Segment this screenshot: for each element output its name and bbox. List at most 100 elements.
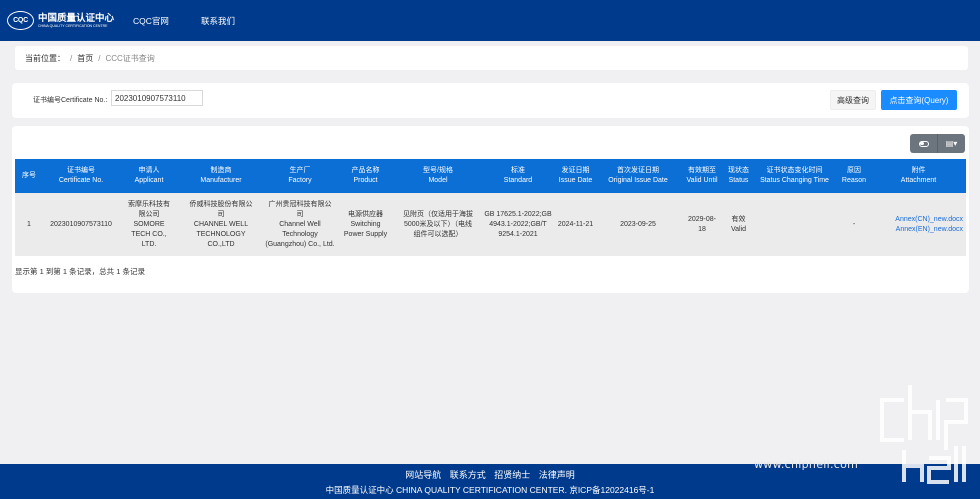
footer-copyright: 中国质量认证中心 CHINA QUALITY CERTIFICATION CEN… — [325, 485, 655, 495]
cell-valid-until: 2029-08- 18 — [679, 193, 725, 256]
column-header: 证书编号 Certificate No. — [43, 159, 119, 193]
cell-product: 电源供应器 Switching Power Supply — [337, 193, 394, 256]
column-header: 标准 Standard — [482, 159, 554, 193]
nav-link-contact[interactable]: 联系我们 — [201, 15, 235, 27]
column-header-cn: 发证日期 — [561, 167, 590, 174]
cell-line: TECH CO., — [131, 230, 167, 238]
cell-factory: 广州贵冠科技有限公司 Channel Well Technology (Guangzh… — [263, 193, 337, 256]
cell-line: Channel Well — [279, 220, 321, 228]
cell-line: 2029-08- — [687, 215, 717, 223]
column-header-cn: 产品名称 — [351, 167, 380, 174]
columns-icon: ▤▾ — [945, 138, 958, 148]
column-header-en: Original Issue Date — [608, 177, 668, 184]
cell-line: 9254.1-2021 — [498, 230, 538, 238]
column-header: 附件 Attachment — [871, 159, 966, 193]
footer-link-sitemap[interactable]: 网站导航 — [405, 470, 441, 480]
column-header: 原因 Reason — [837, 159, 871, 193]
cell-reason: - — [837, 193, 871, 256]
cell-standard: GB 17625.1-2022;GB 4943.1-2022;GB/T 9254.1… — [482, 193, 554, 256]
column-header-cn: 附件 — [911, 167, 926, 174]
toggle-icon — [918, 140, 929, 147]
cell-line: 司 — [217, 210, 225, 218]
logo-text: 中国质量认证中心 CHINA QUALITY CERTIFICATION CEN… — [38, 13, 114, 29]
cell-cert-no: 2023010907573110 — [43, 193, 119, 256]
table-row: 1 2023010907573110 索摩乐科技有 限公司 SOMORE TECH C… — [15, 193, 966, 256]
cell-line: 广州贵冠科技有限公 — [268, 200, 332, 208]
cell-original-issue-date: 2023-09-25 — [597, 193, 679, 256]
cell-line: LTD. — [141, 240, 157, 248]
column-header-en: Model — [428, 177, 448, 184]
logo-mark: CQC — [7, 11, 34, 30]
column-header: 有效期至 Valid Until — [679, 159, 725, 193]
cell-line: (Guangzhou) Co., Ltd. — [265, 240, 335, 248]
certificate-table: 序号 证书编号 Certificate No. 申请人 Applicant 制造商 Manu… — [15, 159, 966, 256]
cell-index: 1 — [15, 193, 43, 256]
cell-status-change-time — [752, 193, 837, 256]
column-header: 现状态 Status — [725, 159, 752, 193]
cell-applicant: 索摩乐科技有 限公司 SOMORE TECH CO., LTD. — [119, 193, 179, 256]
column-header-cn: 现状态 — [728, 167, 749, 174]
certificate-no-label: 证书编号Certificate No.: — [33, 97, 108, 104]
query-button[interactable]: 点击查询(Query) — [881, 90, 957, 110]
cell-line: Power Supply — [343, 230, 388, 238]
column-header-en: Attachment — [900, 177, 937, 184]
breadcrumb-prefix: 当前位置： — [25, 53, 65, 63]
column-header-en: Status Changing Time — [760, 177, 829, 184]
footer-link-jobs[interactable]: 招贤纳士 — [494, 470, 530, 480]
cell-line: 有效 — [731, 215, 746, 223]
column-header-cn: 证书状态变化时间 — [766, 167, 823, 174]
column-header-cn: 制造商 — [210, 167, 232, 174]
column-header-en: Manufacturer — [200, 177, 242, 184]
footer-link-contact[interactable]: 联系方式 — [450, 470, 486, 480]
certificate-no-input[interactable] — [111, 90, 203, 106]
top-navbar: CQC 中国质量认证中心 CHINA QUALITY CERTIFICATION… — [0, 0, 980, 41]
column-header-cn: 原因 — [847, 167, 861, 174]
cell-line: CO.,LTD — [207, 240, 235, 248]
attachment-link-cn[interactable]: Annex(CN)_new.docx — [872, 215, 963, 225]
column-header-en: Issue Date — [558, 177, 593, 184]
column-header-en: Status — [728, 177, 749, 184]
pagination-summary: 显示第 1 到第 1 条记录，总共 1 条记录 — [15, 267, 146, 276]
column-header: 首次发证日期 Original Issue Date — [597, 159, 679, 193]
cell-line: 组件可以选配） — [413, 230, 463, 238]
advanced-search-button[interactable]: 高级查询 — [830, 90, 876, 110]
column-header: 生产厂 Factory — [263, 159, 337, 193]
toggle-view-button[interactable] — [910, 134, 937, 153]
table-header-row: 序号 证书编号 Certificate No. 申请人 Applicant 制造商 Manu… — [15, 159, 966, 193]
column-header-cn: 首次发证日期 — [617, 167, 659, 174]
column-header: 申请人 Applicant — [119, 159, 179, 193]
cell-line: 索摩乐科技有 — [128, 200, 170, 208]
breadcrumb-home[interactable]: 首页 — [77, 53, 93, 64]
column-header-cn: 型号/规格 — [423, 167, 453, 174]
column-header-cn: 证书编号 — [67, 167, 95, 174]
logo-en: CHINA QUALITY CERTIFICATION CENTRE — [38, 23, 108, 28]
cell-attachments: Annex(CN)_new.docx Annex(EN)_new.docx — [871, 193, 966, 256]
cell-line: 5000米及以下）（电线 — [403, 220, 473, 228]
column-header-en: Standard — [503, 177, 533, 184]
logo-cn: 中国质量认证中心 — [38, 12, 115, 24]
cell-line: GB 17625.1-2022;GB — [484, 210, 552, 218]
breadcrumb-current: CCC证书查询 — [105, 53, 155, 63]
column-header-en: Valid Until — [686, 177, 718, 184]
column-header-cn: 申请人 — [138, 167, 160, 174]
column-header: 发证日期 Issue Date — [554, 159, 597, 193]
breadcrumb: 当前位置： / 首页 / CCC证书查询 — [15, 46, 968, 70]
column-header-en: Product — [353, 177, 378, 184]
cell-line: TECHNOLOGY — [196, 230, 246, 238]
cell-issue-date: 2024-11-21 — [554, 193, 597, 256]
attachment-link-en[interactable]: Annex(EN)_new.docx — [872, 225, 963, 235]
cqc-logo[interactable]: CQC 中国质量认证中心 CHINA QUALITY CERTIFICATION… — [7, 11, 114, 30]
nav-link-cqc[interactable]: CQC官网 — [133, 15, 169, 27]
breadcrumb-separator: / — [98, 53, 101, 63]
columns-dropdown-button[interactable]: ▤▾ — [937, 134, 965, 153]
watermark-url: www.chiphell.com — [754, 458, 859, 471]
results-panel: ▤▾ 序号 证书编号 Certificate No. 申请人 Applicant 制造商 M… — [12, 126, 969, 293]
cell-line: 见附页（仅适用于海拔 — [403, 210, 473, 218]
cell-line: SOMORE — [133, 220, 165, 228]
footer-link-legal[interactable]: 法律声明 — [539, 470, 575, 480]
column-header-en: Certificate No. — [58, 177, 104, 184]
cell-line: CHANNEL WELL — [193, 220, 249, 228]
cell-line: 限公司 — [138, 210, 160, 218]
column-header-en: Applicant — [134, 177, 164, 184]
cell-line: 4943.1-2022;GB/T — [489, 220, 547, 228]
